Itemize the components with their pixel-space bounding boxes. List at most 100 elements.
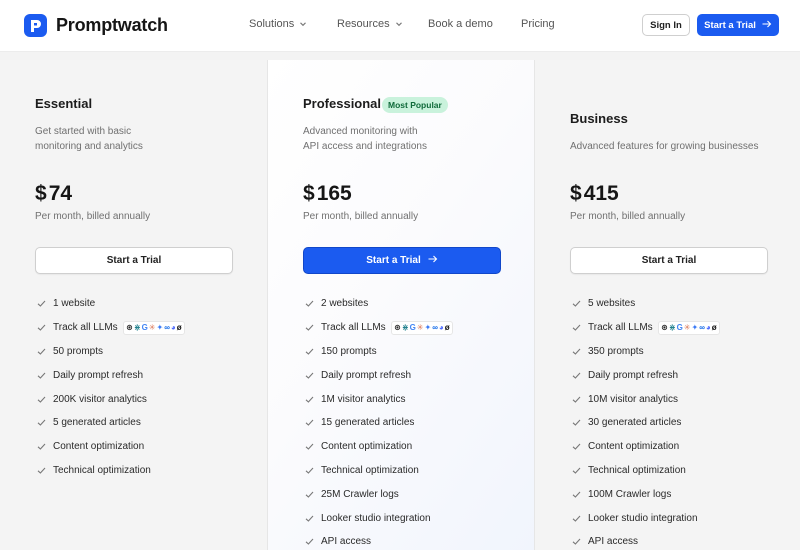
feature-label: 100M Crawler logs <box>588 488 672 500</box>
price-amount: 165 <box>316 182 352 205</box>
price-currency: $ <box>303 182 315 205</box>
feature-label: Track all LLMs <box>321 322 386 334</box>
check-icon <box>305 466 314 475</box>
check-icon <box>572 371 581 380</box>
feature-item: 150 prompts <box>305 340 453 364</box>
plan-name: Professional <box>303 96 382 111</box>
plan-description-line: Advanced features for growing businesses <box>570 141 759 152</box>
plan-card-essential: Essential Get started with basic monitor… <box>0 60 267 550</box>
check-icon <box>37 347 46 356</box>
grok-icon: ø <box>176 322 182 332</box>
claude-icon: ✳ <box>416 322 424 332</box>
most-popular-badge: Most Popular <box>382 97 448 113</box>
feature-label: 15 generated articles <box>321 417 415 429</box>
check-icon <box>572 347 581 356</box>
nav-links: Solutions Resources Book a demo Pricing <box>249 18 555 30</box>
nav-start-trial-button[interactable]: Start a Trial <box>697 14 779 36</box>
feature-label: Content optimization <box>588 441 680 453</box>
sign-in-button[interactable]: Sign In <box>642 14 690 36</box>
feature-item: 5 generated articles <box>37 411 185 435</box>
feature-item: Daily prompt refresh <box>305 363 453 387</box>
nav-item-pricing[interactable]: Pricing <box>521 18 555 30</box>
check-icon <box>572 418 581 427</box>
billing-note: Per month, billed annually <box>570 211 686 222</box>
plan-description-line: Get started with basic <box>35 126 132 137</box>
feature-item: Track all LLMs ⊛ ⋇ G ✳ ✦ ∞ ◕ ø <box>572 316 721 340</box>
check-icon <box>37 371 46 380</box>
plan-description-line: API access and integrations <box>303 141 427 152</box>
check-icon <box>37 323 46 332</box>
nav-item-resources[interactable]: Resources <box>337 18 428 30</box>
feature-item: Technical optimization <box>37 459 185 483</box>
nav-item-label: Solutions <box>249 18 295 30</box>
plan-price: $165 <box>303 182 352 206</box>
check-icon <box>305 299 314 308</box>
start-trial-button[interactable]: Start a Trial <box>303 247 501 274</box>
plan-description-line: Advanced monitoring with <box>303 126 418 137</box>
feature-item: Looker studio integration <box>572 506 720 530</box>
check-icon <box>305 442 314 451</box>
check-icon <box>305 395 314 404</box>
check-icon <box>37 442 46 451</box>
google-icon: G <box>141 322 148 332</box>
feature-item: API access <box>572 530 720 550</box>
feature-label: API access <box>321 536 372 548</box>
feature-item: Track all LLMs ⊛ ⋇ G ✳ ✦ ∞ ◕ ø <box>37 316 186 340</box>
brand-logo[interactable]: Promptwatch <box>24 14 168 37</box>
feature-label: Technical optimization <box>321 464 419 476</box>
feature-label: 30 generated articles <box>588 417 682 429</box>
price-currency: $ <box>570 182 582 205</box>
promptwatch-logo-icon <box>24 14 47 37</box>
feature-item: Content optimization <box>305 435 453 459</box>
feature-label: 2 websites <box>321 298 369 310</box>
arrow-right-icon <box>428 255 438 266</box>
feature-label: 350 prompts <box>588 345 644 357</box>
feature-label: 5 websites <box>588 298 636 310</box>
feature-item: 1M visitor analytics <box>305 387 453 411</box>
grok-icon: ø <box>444 322 450 332</box>
check-icon <box>37 418 46 427</box>
check-icon <box>572 395 581 404</box>
feature-item: 25M Crawler logs <box>305 482 453 506</box>
start-trial-button[interactable]: Start a Trial <box>570 247 768 274</box>
chevron-down-icon <box>300 22 307 27</box>
check-icon <box>572 299 581 308</box>
check-icon <box>572 442 581 451</box>
feature-label: 25M Crawler logs <box>321 488 399 500</box>
nav-item-label: Resources <box>337 18 390 30</box>
perplexity-icon: ⋇ <box>668 322 676 332</box>
check-icon <box>305 418 314 427</box>
check-icon <box>305 537 314 546</box>
check-icon <box>305 371 314 380</box>
chevron-down-icon <box>395 22 402 27</box>
feature-item: 200K visitor analytics <box>37 387 185 411</box>
feature-item: API access <box>305 530 453 550</box>
arrow-right-icon <box>762 20 772 31</box>
check-icon <box>572 490 581 499</box>
gemini-icon: ✦ <box>691 322 699 332</box>
feature-item: Daily prompt refresh <box>572 363 720 387</box>
perplexity-icon: ⋇ <box>401 322 409 332</box>
start-trial-button[interactable]: Start a Trial <box>35 247 233 274</box>
feature-item: 350 prompts <box>572 340 720 364</box>
check-icon <box>37 395 46 404</box>
plan-price: $74 <box>35 182 72 206</box>
feature-label: Daily prompt refresh <box>321 369 412 381</box>
nav-item-solutions[interactable]: Solutions <box>249 18 337 30</box>
claude-icon: ✳ <box>148 322 156 332</box>
brand-name: Promptwatch <box>56 15 168 35</box>
feature-label: Technical optimization <box>588 464 686 476</box>
feature-label: Track all LLMs <box>588 322 653 334</box>
feature-item: 10M visitor analytics <box>572 387 720 411</box>
feature-item: 15 generated articles <box>305 411 453 435</box>
feature-label: Track all LLMs <box>53 322 118 334</box>
check-icon <box>37 466 46 475</box>
plan-description: Advanced monitoring with API access and … <box>303 124 513 154</box>
feature-item: 50 prompts <box>37 340 185 364</box>
openai-icon: ⊛ <box>661 322 668 332</box>
feature-label: 5 generated articles <box>53 417 141 429</box>
feature-label: 200K visitor analytics <box>53 393 147 405</box>
nav-item-book-demo[interactable]: Book a demo <box>428 18 521 30</box>
meta-icon: ∞ <box>699 322 705 332</box>
feature-item: Looker studio integration <box>305 506 453 530</box>
